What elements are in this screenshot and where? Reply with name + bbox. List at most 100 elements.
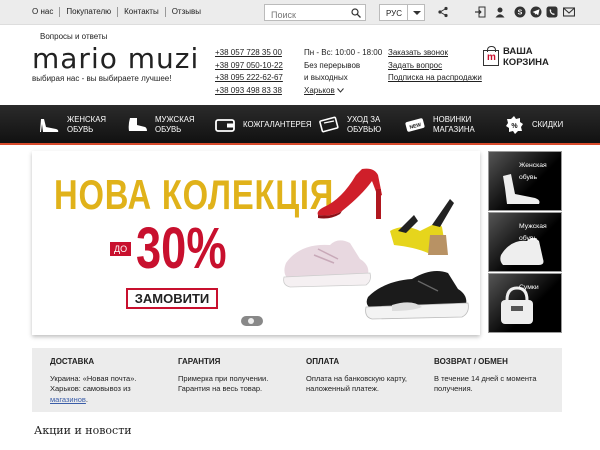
phone-list: +38 057 728 35 00 +38 097 050-10-22 +38 … (215, 47, 283, 98)
banner-title: НОВА КОЛЕКЦІЯ (54, 171, 335, 218)
info-line: получения. (434, 384, 473, 393)
nav-womens-shoes[interactable]: ЖЕНСКАЯ ОБУВЬ (38, 105, 106, 145)
svg-text:S: S (518, 10, 523, 17)
search-box (264, 4, 366, 23)
nav-label: ЖЕНСКАЯ (67, 115, 107, 124)
search-input[interactable] (265, 7, 345, 23)
top-bar: О нас Покупателю Контакты Отзывы РУС S (0, 0, 600, 25)
womens-shoe-icon (40, 119, 59, 132)
side-label: Мужская (519, 223, 547, 230)
banner-discount: 30% (136, 216, 227, 281)
hours-line: Без перерывов (304, 60, 361, 70)
top-link-contacts[interactable]: Контакты (117, 7, 165, 17)
viber-icon[interactable] (546, 6, 558, 18)
side-label: обувь (519, 174, 538, 181)
header-links: Заказать звонок Задать вопрос Подписка н… (388, 47, 482, 85)
nav-label: ОБУВЬ (155, 125, 182, 134)
phone-number[interactable]: +38 057 728 35 00 (215, 47, 283, 60)
info-line: Украина: «Новая почта». (50, 373, 137, 383)
discount-icon: % (506, 116, 523, 134)
nav-label: КОЖГАЛАНТЕРЕЯ (243, 120, 312, 129)
nav-mens-shoes[interactable]: МУЖСКАЯ ОБУВЬ (126, 105, 195, 145)
info-line: Примерка при получении. (178, 373, 269, 383)
logo[interactable]: mario muzi (32, 42, 199, 75)
nav-label: ОБУВЬ (67, 125, 94, 134)
nav-label: УХОД ЗА (347, 115, 381, 124)
hours-line: и выходных (304, 73, 348, 82)
shopping-bag-icon: m (483, 46, 499, 66)
bag-letter: m (487, 52, 496, 63)
info-strip: ДОСТАВКА Украина: «Новая почта». Харьков… (32, 348, 562, 412)
subscribe-sales-link[interactable]: Подписка на распродажи (388, 72, 482, 85)
top-links: О нас Покупателю Контакты Отзывы (32, 7, 207, 17)
phone-number[interactable]: +38 097 050-10-22 (215, 60, 283, 73)
nav-label: ОБУВЬЮ (347, 125, 382, 134)
promo-banner[interactable]: НОВА КОЛЕКЦІЯ ДО 30% ЗАМОВИТИ (32, 151, 480, 335)
banner-do-label: ДО (110, 242, 132, 256)
login-icon[interactable] (474, 6, 486, 18)
news-section-title: Акции и новости (34, 424, 132, 437)
order-call-link[interactable]: Заказать звонок (388, 47, 482, 60)
faq-link[interactable]: Вопросы и ответы (40, 32, 107, 41)
carousel-indicator[interactable] (241, 316, 263, 326)
top-link-about[interactable]: О нас (32, 7, 59, 17)
nav-label: НОВИНКИ (433, 115, 472, 124)
info-heading: ОПЛАТА (306, 357, 340, 366)
info-payment: ОПЛАТА Оплата на банковскую карту, налож… (306, 357, 407, 395)
top-link-customer[interactable]: Покупателю (59, 7, 117, 17)
side-category-men[interactable]: Мужская обувь (488, 212, 562, 272)
shoe-care-icon (319, 116, 339, 133)
phone-number[interactable]: +38 095 222-62-67 (215, 72, 283, 85)
share-icon[interactable] (437, 6, 449, 18)
new-tag-icon: NEW (405, 118, 425, 132)
nav-discounts[interactable]: % СКИДКИ (503, 105, 563, 145)
side-category-women[interactable]: Женская обувь (488, 151, 562, 211)
info-returns: ВОЗВРАТ / ОБМЕН В течение 14 дней с моме… (434, 357, 537, 395)
working-hours: Пн - Вс: 10:00 - 18:00 Без перерывов и в… (304, 47, 382, 97)
black-sneaker-image (365, 271, 469, 320)
main-nav: ЖЕНСКАЯ ОБУВЬ МУЖСКАЯ ОБУВЬ КОЖГАЛАНТЕРЕЯ … (0, 105, 600, 145)
phone-number[interactable]: +38 093 498 83 38 (215, 85, 283, 98)
nav-shoe-care[interactable]: УХОД ЗА ОБУВЬЮ (318, 105, 381, 145)
info-line: Оплата на банковскую карту, (306, 373, 407, 383)
order-now-button[interactable]: ЗАМОВИТИ (126, 288, 218, 309)
side-category-bags[interactable]: Сумки (488, 273, 562, 333)
mens-shoe-icon (128, 118, 147, 131)
side-label: обувь (519, 235, 538, 242)
nav-leather-goods[interactable]: КОЖГАЛАНТЕРЕЯ (214, 105, 312, 145)
info-heading: ДОСТАВКА (50, 357, 95, 366)
info-delivery: ДОСТАВКА Украина: «Новая почта». Харьков… (50, 357, 136, 405)
side-label: Женская (519, 162, 547, 169)
hours-line: Пн - Вс: 10:00 - 18:00 (304, 48, 383, 57)
info-line: наложенный платеж. (306, 384, 379, 393)
chevron-down-icon (337, 87, 344, 93)
info-line: Гарантия на весь товар. (178, 384, 263, 393)
telegram-icon[interactable] (530, 6, 542, 18)
city-select[interactable]: Харьков (304, 85, 382, 98)
language-select[interactable]: РУС (379, 4, 425, 21)
nav-new-arrivals[interactable]: NEW НОВИНКИ МАГАЗИНА (404, 105, 475, 145)
stores-link[interactable]: магазинов (50, 395, 86, 404)
city-label: Харьков (304, 85, 335, 95)
yellow-sandal-image (390, 199, 454, 255)
top-link-reviews[interactable]: Отзывы (164, 7, 207, 17)
mail-icon[interactable] (563, 6, 575, 18)
info-line: В течение 14 дней с момента (434, 373, 537, 383)
language-value: РУС (386, 9, 403, 18)
chevron-down-icon[interactable] (407, 5, 424, 20)
red-heel-shoe-image (317, 168, 382, 219)
ask-question-link[interactable]: Задать вопрос (388, 60, 482, 73)
wallet-icon (215, 119, 235, 132)
nav-label: МУЖСКАЯ (155, 115, 195, 124)
user-icon[interactable] (494, 6, 506, 18)
pink-sneaker-image (283, 240, 371, 288)
side-label: Сумки (519, 284, 539, 291)
nav-label: СКИДКИ (532, 120, 564, 129)
nav-label: МАГАЗИНА (433, 125, 475, 134)
slogan: выбирая нас - вы выбираете лучшее! (32, 74, 172, 83)
cart-label: ВАША КОРЗИНА (503, 46, 549, 68)
skype-icon[interactable]: S (514, 6, 526, 18)
info-heading: ВОЗВРАТ / ОБМЕН (434, 357, 508, 366)
search-icon[interactable] (351, 8, 361, 18)
info-guarantee: ГАРАНТИЯ Примерка при получении. Гаранти… (178, 357, 268, 395)
